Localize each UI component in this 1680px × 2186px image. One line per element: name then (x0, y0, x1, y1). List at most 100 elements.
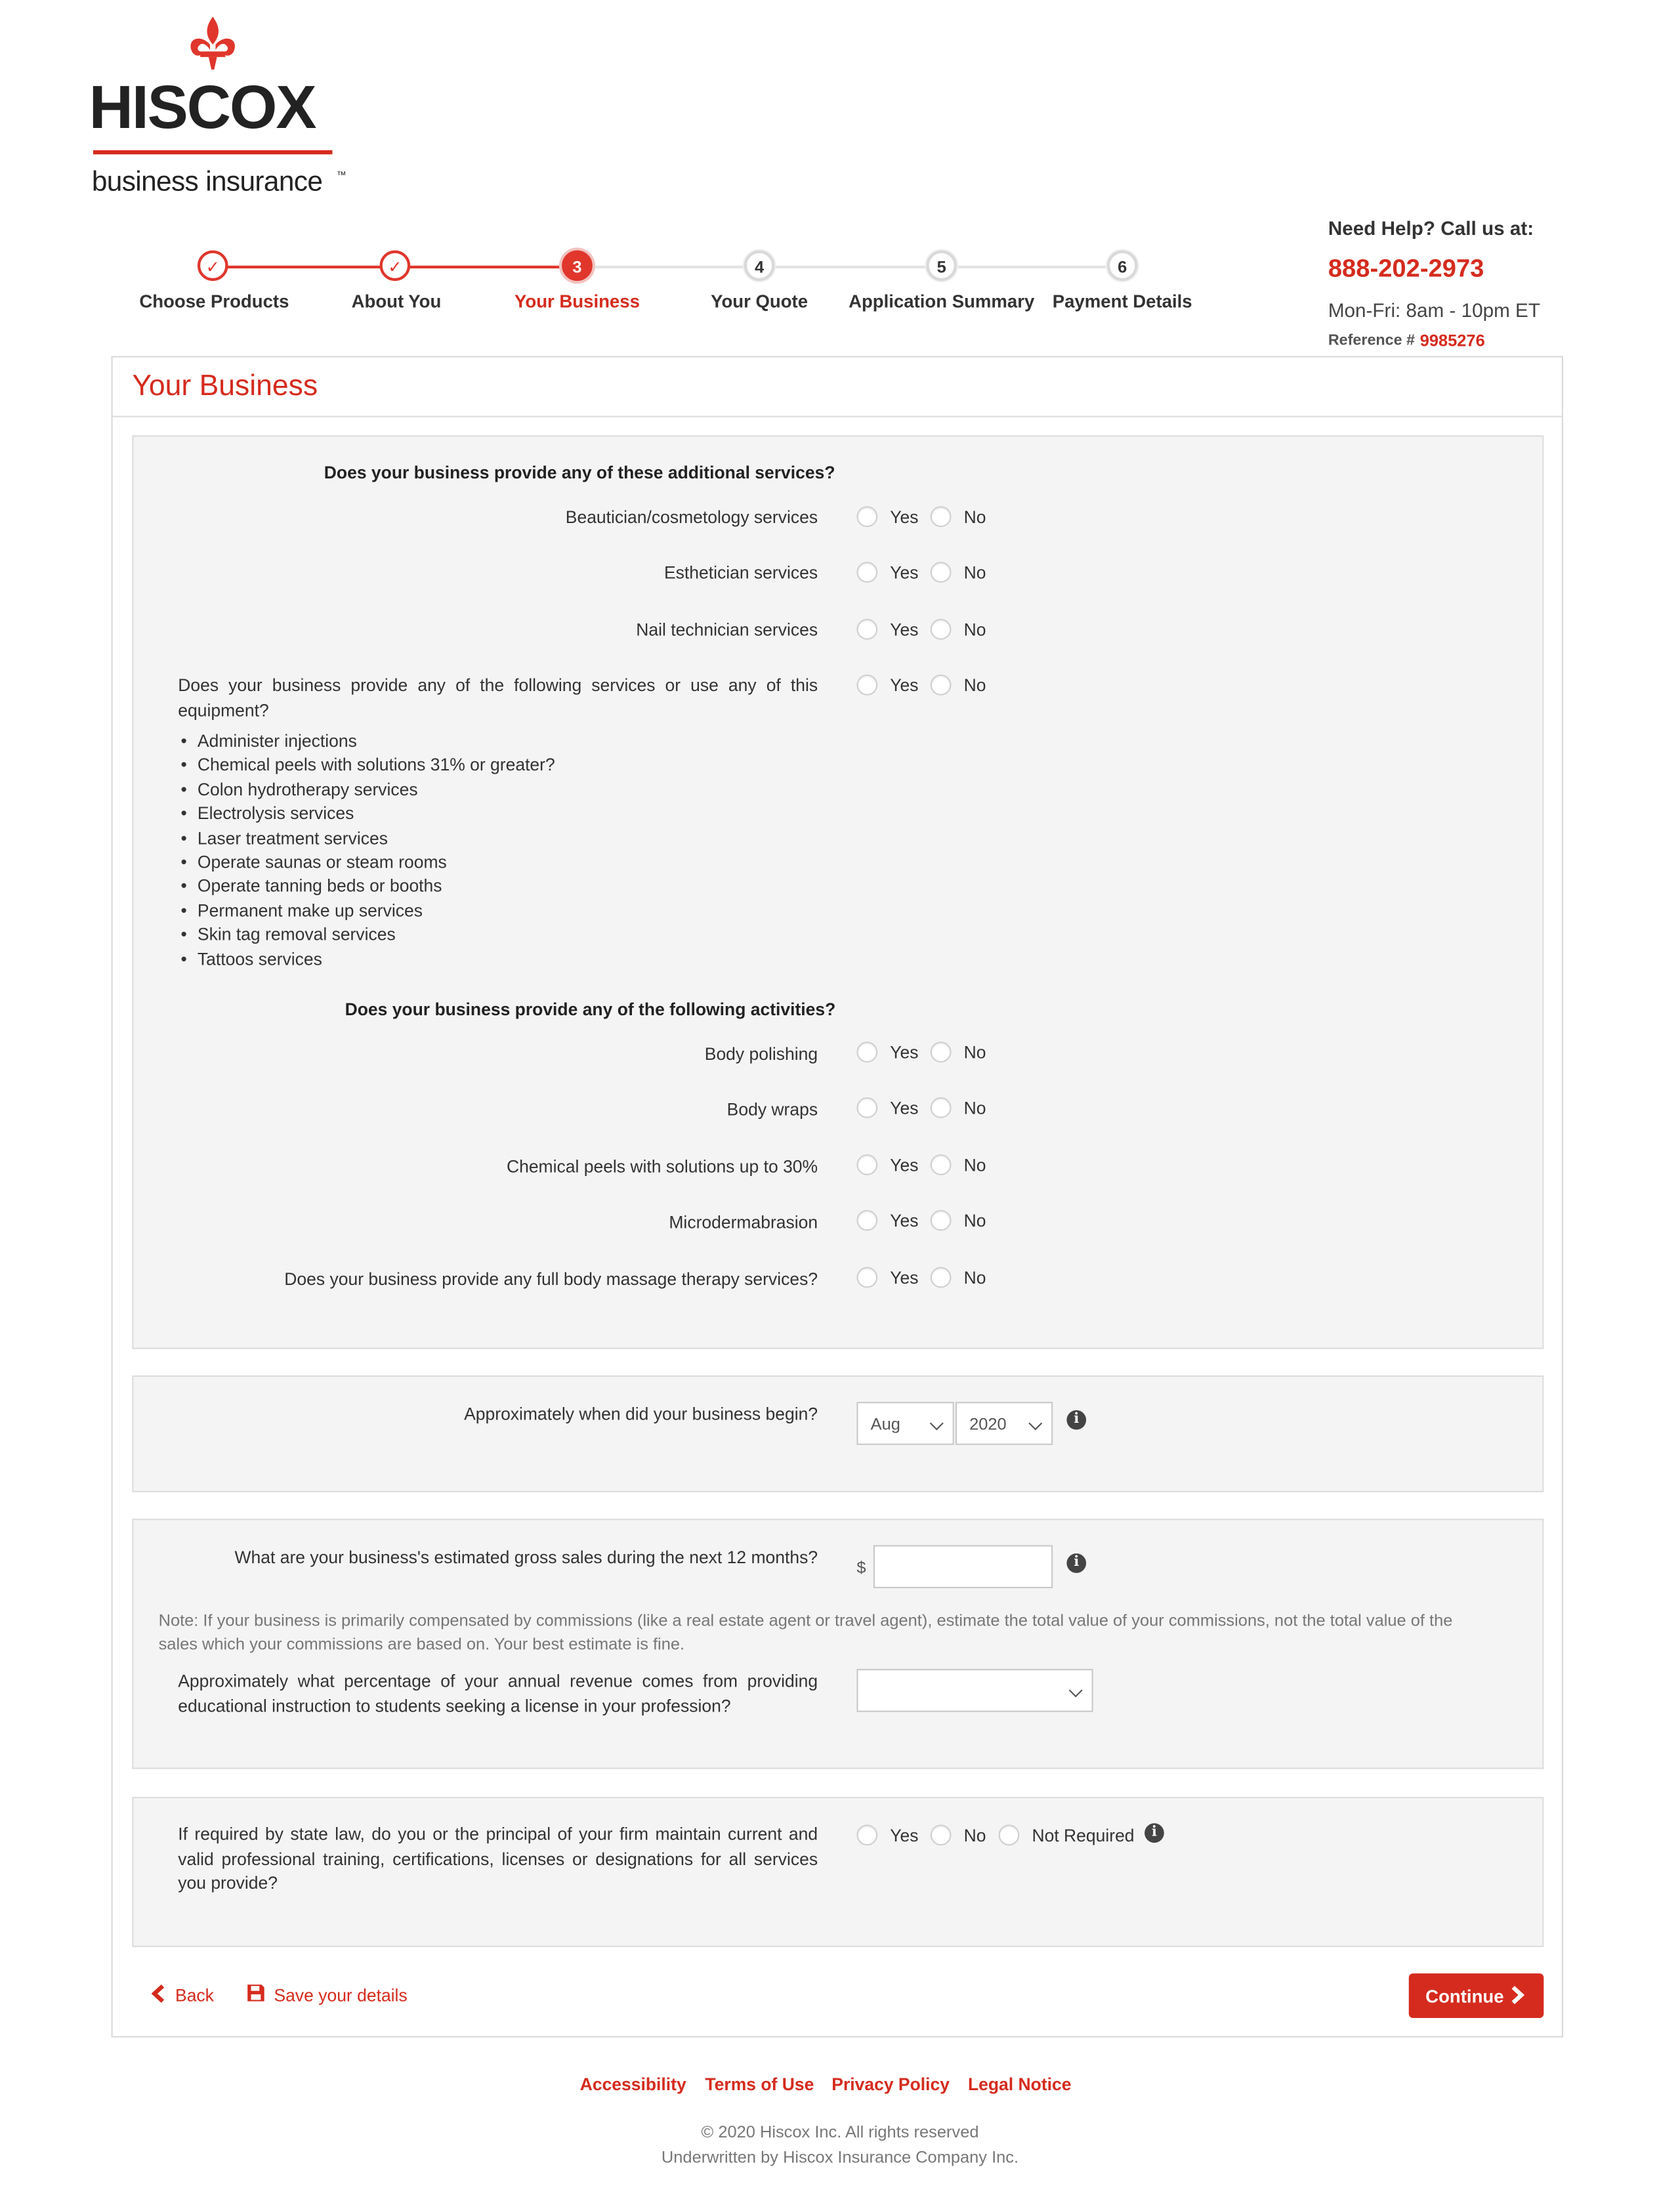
not-required-radio[interactable] (998, 1824, 1020, 1846)
licensing-question: If required by state law, do you or the … (178, 1824, 818, 1893)
yes-label[interactable]: Yes (890, 620, 918, 640)
no-label[interactable]: No (964, 1099, 986, 1118)
no-label[interactable]: No (964, 1043, 986, 1062)
yes-radio[interactable] (856, 506, 878, 528)
yes-label[interactable]: Yes (890, 1269, 918, 1288)
question-label: Body wraps (726, 1100, 818, 1120)
equipment-list: Administer injections Chemical peels wit… (180, 730, 555, 973)
yes-label[interactable]: Yes (890, 1099, 918, 1118)
yes-label[interactable]: Yes (890, 1211, 918, 1231)
footer-copyright: © 2020 Hiscox Inc. All rights reserved (701, 2122, 979, 2142)
yes-label[interactable]: Yes (890, 1826, 918, 1846)
business-start-panel (132, 1375, 1544, 1492)
help-phone[interactable]: 888-202-2973 (1328, 255, 1484, 284)
step-2-check-icon[interactable]: ✓ (379, 250, 411, 282)
save-details-label[interactable]: Save your details (274, 1986, 407, 2006)
list-item: Operate saunas or steam rooms (180, 851, 555, 876)
no-label[interactable]: No (964, 563, 986, 583)
yes-label[interactable]: Yes (890, 676, 918, 696)
not-required-label[interactable]: Not Required (1032, 1826, 1134, 1846)
no-label[interactable]: No (964, 1211, 986, 1231)
logo-subtitle: business insurance (91, 167, 323, 198)
yes-label[interactable]: Yes (890, 1156, 918, 1175)
no-radio[interactable] (930, 506, 952, 528)
start-month-value: Aug (870, 1414, 900, 1434)
footer-link-privacy[interactable]: Privacy Policy (831, 2075, 950, 2095)
yes-radio[interactable] (856, 1209, 878, 1231)
gross-sales-input[interactable] (873, 1545, 1053, 1589)
fleur-de-lis-icon (190, 16, 235, 70)
start-year-select[interactable]: 2020 (955, 1402, 1053, 1445)
yes-label[interactable]: Yes (890, 1043, 918, 1062)
list-item: Skin tag removal services (180, 924, 555, 949)
help-hours: Mon-Fri: 8am - 10pm ET (1328, 299, 1540, 322)
chevron-down-icon (1068, 1683, 1083, 1698)
footer-link-accessibility[interactable]: Accessibility (580, 2075, 686, 2095)
info-icon[interactable]: i (1144, 1823, 1164, 1843)
reference-label: Reference # (1328, 332, 1416, 349)
step-3-number: 3 (562, 250, 593, 282)
question-label: Microdermabrasion (669, 1212, 818, 1232)
yes-radio[interactable] (856, 674, 878, 696)
list-item: Permanent make up services (180, 900, 555, 925)
yes-radio[interactable] (856, 1267, 878, 1288)
step-1-check-icon[interactable]: ✓ (197, 250, 228, 282)
step-6-number: 6 (1106, 250, 1138, 282)
no-radio[interactable] (930, 619, 952, 640)
education-revenue-select[interactable] (856, 1669, 1093, 1712)
start-month-select[interactable]: Aug (856, 1402, 954, 1445)
step-4-number: 4 (744, 250, 775, 282)
footer-underwritten: Underwritten by Hiscox Insurance Company… (661, 2147, 1019, 2167)
info-icon[interactable]: i (1066, 1553, 1087, 1573)
chevron-right-icon (1511, 1986, 1524, 2004)
yes-radio[interactable] (856, 1154, 878, 1175)
footer-link-terms[interactable]: Terms of Use (705, 2075, 814, 2095)
list-item: Electrolysis services (180, 803, 555, 828)
yes-radio[interactable] (856, 619, 878, 640)
question-label: Nail technician services (636, 620, 818, 640)
logo-wordmark: HISCOX (89, 74, 317, 142)
info-icon[interactable]: i (1066, 1410, 1087, 1430)
step-connector (577, 265, 1124, 269)
no-label[interactable]: No (964, 1826, 986, 1846)
currency-symbol: $ (856, 1557, 866, 1578)
chevron-down-icon (929, 1416, 944, 1431)
footer-link-legal[interactable]: Legal Notice (968, 2075, 1072, 2095)
no-radio[interactable] (930, 674, 952, 696)
no-radio[interactable] (930, 562, 952, 583)
question-label: Body polishing (704, 1044, 818, 1064)
question-label: Esthetician services (663, 563, 818, 583)
no-label[interactable]: No (964, 1156, 986, 1175)
education-revenue-question: Approximately what percentage of your an… (178, 1671, 818, 1716)
continue-button[interactable]: Continue (1408, 1973, 1544, 2018)
gross-sales-question: What are your business's estimated gross… (234, 1547, 818, 1568)
start-year-value: 2020 (969, 1414, 1007, 1434)
yes-label[interactable]: Yes (890, 508, 918, 528)
no-radio[interactable] (930, 1824, 952, 1846)
no-radio[interactable] (930, 1209, 952, 1231)
list-item: Administer injections (180, 730, 555, 755)
yes-label[interactable]: Yes (890, 563, 918, 583)
business-start-question: Approximately when did your business beg… (464, 1404, 818, 1425)
list-item: Operate tanning beds or booths (180, 875, 555, 900)
step-5-number: 5 (926, 250, 957, 282)
list-item: Chemical peels with solutions 31% or gre… (180, 754, 555, 779)
yes-radio[interactable] (856, 562, 878, 583)
no-label[interactable]: No (964, 508, 986, 528)
equipment-question: Does your business provide any of the fo… (178, 675, 818, 720)
yes-radio[interactable] (856, 1097, 878, 1118)
help-title: Need Help? Call us at: (1328, 217, 1534, 240)
no-radio[interactable] (930, 1154, 952, 1175)
no-label[interactable]: No (964, 620, 986, 640)
no-label[interactable]: No (964, 1269, 986, 1288)
list-item: Laser treatment services (180, 827, 555, 852)
activities-heading: Does your business provide any of the fo… (345, 999, 836, 1020)
yes-radio[interactable] (856, 1824, 878, 1846)
page-title: Your Business (132, 369, 318, 402)
no-radio[interactable] (930, 1041, 952, 1063)
no-radio[interactable] (930, 1097, 952, 1118)
no-label[interactable]: No (964, 676, 986, 696)
yes-radio[interactable] (856, 1041, 878, 1063)
back-label[interactable]: Back (175, 1986, 214, 2006)
no-radio[interactable] (930, 1267, 952, 1288)
